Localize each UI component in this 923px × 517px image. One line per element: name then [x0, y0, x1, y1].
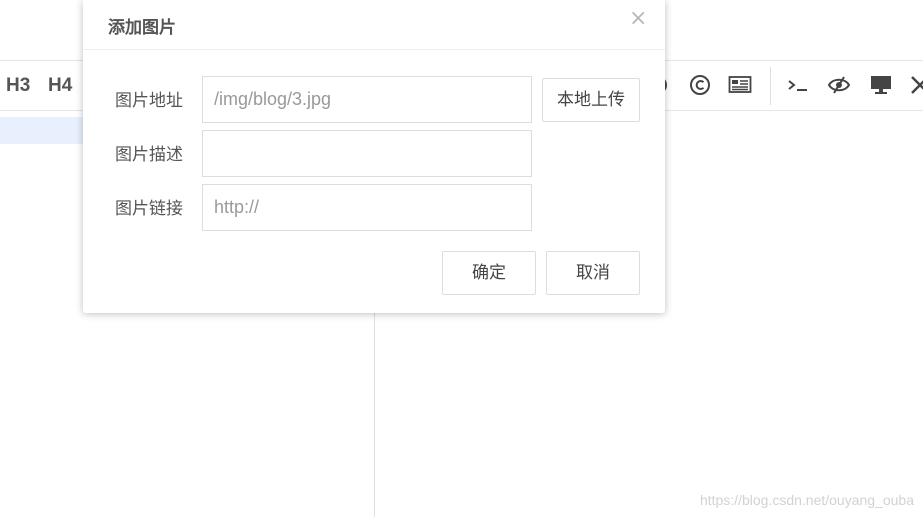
image-description-input[interactable]: [202, 130, 532, 177]
toolbar-separator: [770, 67, 771, 105]
copyright-icon[interactable]: [688, 73, 712, 97]
eye-slash-icon[interactable]: [827, 73, 851, 97]
heading-4-button[interactable]: H4: [48, 61, 72, 110]
image-link-label: 图片链接: [115, 199, 183, 219]
confirm-button[interactable]: 确定: [442, 251, 536, 295]
dialog-title: 添加图片: [108, 18, 176, 38]
heading-3-button[interactable]: H3: [6, 61, 30, 110]
image-url-label: 图片地址: [115, 91, 183, 111]
add-image-dialog: 添加图片 × 图片地址 本地上传 图片描述 图片链接 确定 取消: [83, 0, 665, 313]
image-description-label: 图片描述: [115, 145, 183, 165]
watermark: https://blog.csdn.net/ouyang_ouba: [699, 492, 914, 508]
dialog-header: 添加图片 ×: [83, 0, 665, 50]
newspaper-icon[interactable]: [728, 73, 752, 97]
terminal-icon[interactable]: [786, 73, 810, 97]
image-link-input[interactable]: [202, 184, 532, 231]
local-upload-button[interactable]: 本地上传: [542, 78, 640, 122]
image-url-input[interactable]: [202, 76, 532, 123]
close-icon[interactable]: ×: [629, 8, 647, 30]
fullscreen-icon[interactable]: [908, 73, 923, 97]
cancel-button[interactable]: 取消: [546, 251, 640, 295]
desktop-icon[interactable]: [869, 73, 893, 97]
